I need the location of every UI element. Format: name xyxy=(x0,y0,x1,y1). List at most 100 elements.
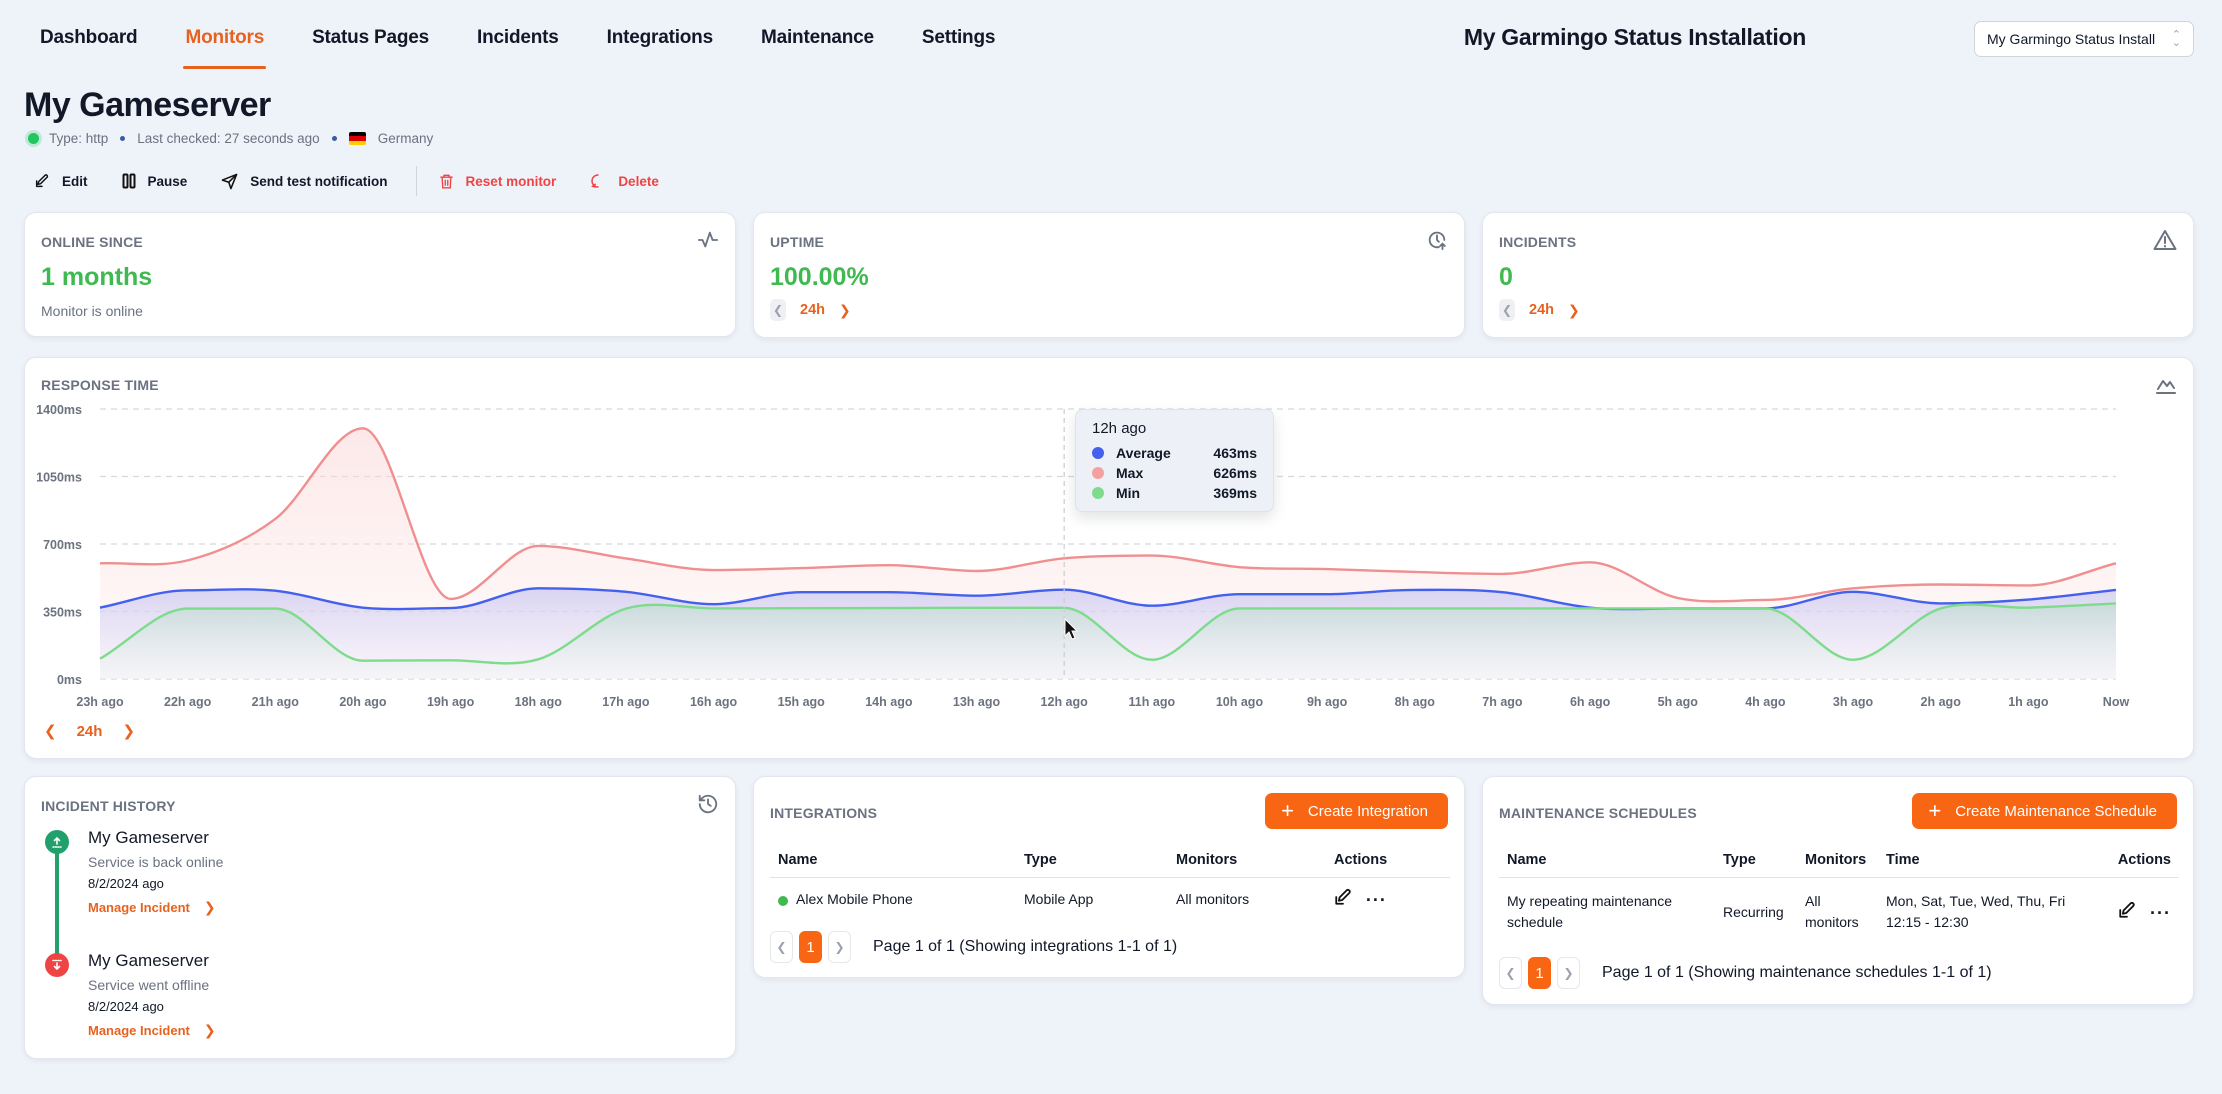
edit-icon xyxy=(2119,901,2135,918)
max-data-point[interactable] xyxy=(94,557,106,569)
page-next-button[interactable]: ❯ xyxy=(1557,957,1580,989)
max-data-point[interactable] xyxy=(1584,556,1596,568)
average-data-point[interactable] xyxy=(182,584,194,596)
x-tick-label: 23h ago xyxy=(76,695,124,709)
min-data-point[interactable] xyxy=(1146,654,1158,666)
incident-history-label: INCIDENT HISTORY xyxy=(41,798,176,814)
edit-row-button[interactable] xyxy=(2118,901,2136,919)
min-data-point[interactable] xyxy=(269,603,281,615)
min-data-point[interactable] xyxy=(883,602,895,614)
min-data-point[interactable] xyxy=(1672,602,1684,614)
response-time-chart[interactable]: 0ms 350ms 700ms 1050ms 1400ms 23h ago 22h ago… xyxy=(0,0,2222,760)
average-data-point[interactable] xyxy=(2110,584,2122,596)
min-data-point[interactable] xyxy=(708,602,720,614)
incident-history-card: INCIDENT HISTORY My Gameserver Service i… xyxy=(24,776,736,1059)
incident-desc: Service went offline xyxy=(88,977,210,993)
max-data-point[interactable] xyxy=(357,422,369,434)
table-row: Alex Mobile Phone Mobile App All monitor… xyxy=(770,877,1450,921)
column-header: Time xyxy=(1878,843,2098,878)
edit-row-button[interactable] xyxy=(1334,888,1352,906)
average-data-point[interactable] xyxy=(532,582,544,594)
y-tick-label: 0ms xyxy=(57,673,82,687)
min-data-point[interactable] xyxy=(1321,602,1333,614)
average-data-point[interactable] xyxy=(620,586,632,598)
chart-period-prev-button[interactable]: ❮ xyxy=(44,722,57,740)
history-icon xyxy=(698,794,718,814)
create-integration-button[interactable]: + Create Integration xyxy=(1265,793,1448,829)
average-data-point[interactable] xyxy=(269,585,281,597)
min-data-point[interactable] xyxy=(357,655,369,667)
integration-type: Mobile App xyxy=(1024,891,1094,908)
min-data-point[interactable] xyxy=(1935,602,1947,614)
max-data-point[interactable] xyxy=(1321,563,1333,575)
average-data-point[interactable] xyxy=(1321,588,1333,600)
max-data-point[interactable] xyxy=(182,554,194,566)
average-data-point[interactable] xyxy=(883,586,895,598)
min-data-point[interactable] xyxy=(532,653,544,665)
min-data-point[interactable] xyxy=(795,602,807,614)
page-number-button[interactable]: 1 xyxy=(1528,957,1551,989)
column-header: Actions xyxy=(2098,843,2179,878)
min-data-point[interactable] xyxy=(1759,602,1771,614)
max-data-point[interactable] xyxy=(1146,550,1158,562)
average-data-point[interactable] xyxy=(1146,600,1158,612)
max-data-point[interactable] xyxy=(883,559,895,571)
min-data-point[interactable] xyxy=(1233,602,1245,614)
page-prev-button[interactable]: ❮ xyxy=(770,931,793,963)
average-data-point[interactable] xyxy=(1409,584,1421,596)
max-data-point[interactable] xyxy=(708,564,720,576)
min-data-point[interactable] xyxy=(94,653,106,665)
tooltip-row-max: Max 626ms xyxy=(1092,463,1257,483)
max-data-point[interactable] xyxy=(1496,568,1508,580)
max-data-point[interactable] xyxy=(1233,561,1245,573)
max-data-point[interactable] xyxy=(1409,566,1421,578)
integration-monitors: All monitors xyxy=(1176,891,1250,908)
min-data-point[interactable] xyxy=(2022,602,2034,614)
page-number-button[interactable]: 1 xyxy=(799,931,822,963)
maintenance-label: MAINTENANCE SCHEDULES xyxy=(1499,805,1697,821)
min-data-point[interactable] xyxy=(445,654,457,666)
average-data-point[interactable] xyxy=(1847,586,1859,598)
average-data-point[interactable] xyxy=(94,602,106,614)
max-data-point[interactable] xyxy=(532,540,544,552)
max-data-point[interactable] xyxy=(1935,579,1947,591)
average-data-point[interactable] xyxy=(795,586,807,598)
manage-incident-link[interactable]: Manage Incident ❯ xyxy=(88,1022,216,1039)
page-prev-button[interactable]: ❮ xyxy=(1499,957,1522,989)
min-data-point[interactable] xyxy=(971,602,983,614)
manage-incident-label: Manage Incident xyxy=(88,1023,190,1038)
page-next-button[interactable]: ❯ xyxy=(828,931,851,963)
pagination-text: Page 1 of 1 (Showing integrations 1-1 of… xyxy=(873,938,1178,955)
more-options-button[interactable]: ··· xyxy=(1366,890,1387,910)
average-data-point[interactable] xyxy=(1496,586,1508,598)
maintenance-card: MAINTENANCE SCHEDULES + Create Maintenan… xyxy=(1482,776,2194,1005)
min-data-point[interactable] xyxy=(1496,602,1508,614)
x-tick-label: 16h ago xyxy=(690,695,738,709)
min-data-point[interactable] xyxy=(1847,654,1859,666)
max-data-point[interactable] xyxy=(269,513,281,525)
max-data-point[interactable] xyxy=(795,562,807,574)
min-data-point[interactable] xyxy=(1584,602,1596,614)
chart-period-next-button[interactable]: ❯ xyxy=(122,722,135,740)
max-data-point[interactable] xyxy=(1672,592,1684,604)
column-header: Type xyxy=(1016,843,1168,878)
min-data-point[interactable] xyxy=(182,603,194,615)
average-data-point[interactable] xyxy=(1233,588,1245,600)
tooltip-row-name: Average xyxy=(1116,445,1171,461)
create-maintenance-button[interactable]: + Create Maintenance Schedule xyxy=(1912,793,2177,829)
average-data-point[interactable] xyxy=(357,602,369,614)
max-data-point[interactable] xyxy=(971,565,983,577)
more-options-button[interactable]: ··· xyxy=(2150,903,2171,923)
max-data-point[interactable] xyxy=(620,552,632,564)
x-tick-label: 18h ago xyxy=(515,695,563,709)
x-tick-label: 2h ago xyxy=(1921,695,1962,709)
min-data-point[interactable] xyxy=(1409,602,1421,614)
average-data-point[interactable] xyxy=(445,602,457,614)
average-data-point[interactable] xyxy=(971,590,983,602)
min-data-point[interactable] xyxy=(2110,597,2122,609)
max-data-point[interactable] xyxy=(2110,557,2122,569)
min-data-point[interactable] xyxy=(620,603,632,615)
incident-date: 8/2/2024 ago xyxy=(88,999,164,1014)
max-data-point[interactable] xyxy=(2022,579,2034,591)
manage-incident-link[interactable]: Manage Incident ❯ xyxy=(88,899,223,916)
